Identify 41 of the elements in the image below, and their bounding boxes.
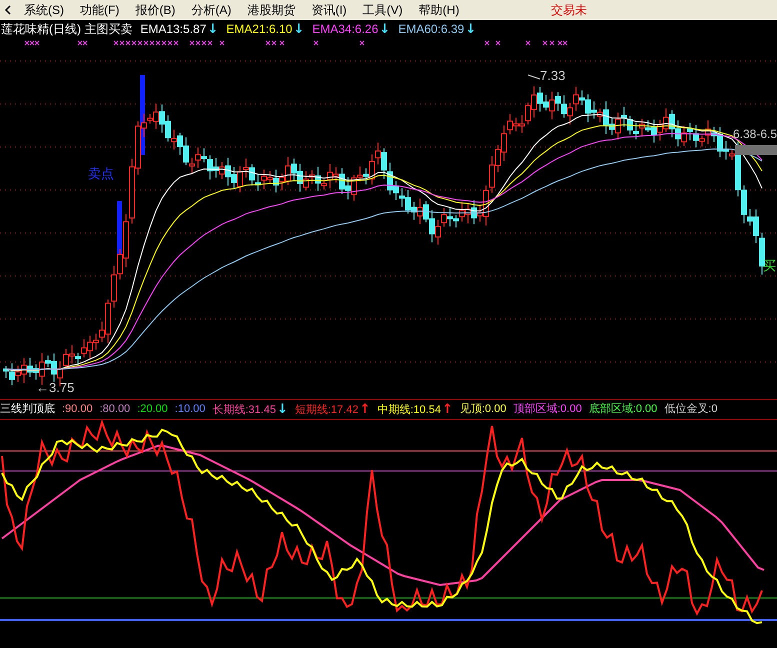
indicator-legend: :90.00 bbox=[62, 401, 93, 418]
ema-legend: EMA21:6.10↓ bbox=[226, 20, 304, 39]
ema-legend: EMA34:6.26↓ bbox=[312, 20, 390, 39]
ema-legend: EMA60:6.39↓ bbox=[398, 20, 476, 39]
price-band bbox=[735, 145, 777, 155]
indicator-legend: :10.00 bbox=[174, 401, 206, 418]
menu-item[interactable]: 工具(V) bbox=[354, 0, 411, 20]
leader-line bbox=[528, 74, 540, 80]
indicator-legend: 底部区域:0.00 bbox=[588, 401, 658, 418]
chart-title: 莲花味精(日线) 主图买卖 bbox=[1, 21, 132, 38]
trend-arrow: ↓ bbox=[276, 402, 288, 417]
price-label: 6.38-6.5 bbox=[733, 128, 777, 140]
indicator-legend: 长期线:31.45↓ bbox=[212, 400, 288, 420]
back-icon[interactable] bbox=[4, 4, 12, 15]
menu-item[interactable]: 报价(B) bbox=[127, 0, 184, 20]
indicator-legend: 短期线:17.42↑ bbox=[294, 400, 370, 420]
indicator-legend: 三线判顶底 bbox=[0, 401, 55, 418]
indicator-legend: :80.00 bbox=[100, 401, 130, 418]
menu-item[interactable]: 资讯(I) bbox=[303, 0, 355, 20]
trend-arrow: ↓ bbox=[465, 22, 476, 36]
indicator-legend: 见顶:0.00 bbox=[460, 401, 506, 418]
ema-legend: EMA13:5.87↓ bbox=[140, 20, 218, 39]
menu-item[interactable]: 功能(F) bbox=[72, 0, 128, 20]
trend-arrow: ↓ bbox=[379, 22, 390, 36]
indicator-legend: 低位金叉:0 bbox=[664, 401, 718, 418]
indicator-legend: 顶部区域:0.00 bbox=[513, 401, 582, 418]
trend-arrow: ↑ bbox=[359, 402, 370, 417]
trend-arrow: ↓ bbox=[207, 22, 218, 36]
menu-item[interactable]: 系统(S) bbox=[16, 0, 72, 20]
indicator-legend: :20.00 bbox=[137, 401, 168, 418]
trade-signal-label: 卖点 bbox=[88, 167, 114, 180]
menu-item[interactable]: 港股期货 bbox=[239, 0, 304, 20]
trade-signal-label: 买 bbox=[763, 259, 776, 272]
trade-status: 交易未 bbox=[551, 2, 587, 19]
trend-arrow: ↓ bbox=[293, 22, 304, 36]
trend-arrow: ↑ bbox=[442, 402, 453, 417]
indicator-legend: 中期线:10.54↑ bbox=[377, 400, 453, 420]
menu-item[interactable]: 帮助(H) bbox=[410, 0, 468, 20]
menu-item[interactable]: 分析(A) bbox=[183, 0, 240, 20]
price-label: 7.33 bbox=[540, 69, 566, 82]
price-label: ←3.75 bbox=[36, 381, 74, 394]
